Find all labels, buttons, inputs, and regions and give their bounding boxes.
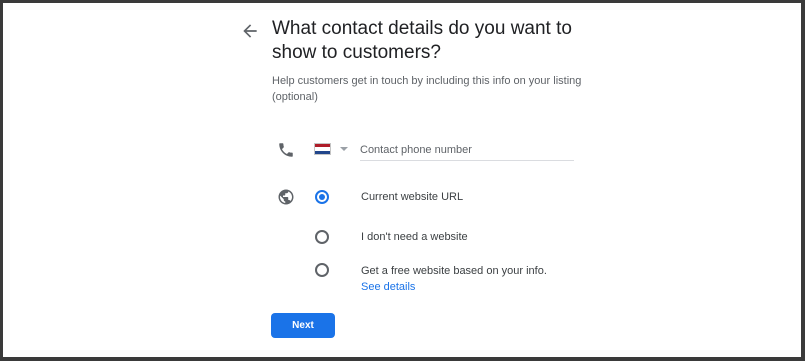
next-button[interactable]: Next [271, 313, 335, 338]
globe-icon [278, 189, 294, 205]
option-label-free-website: Get a free website based on your info. [361, 265, 547, 277]
phone-icon [279, 143, 293, 157]
page-subtitle: Help customers get in touch by including… [272, 75, 582, 103]
chevron-down-icon[interactable] [340, 147, 348, 151]
see-details-link[interactable]: See details [361, 280, 415, 294]
arrow-back-icon[interactable] [240, 21, 260, 41]
contact-phone-input[interactable] [360, 140, 574, 161]
radio-no-website[interactable] [315, 230, 329, 244]
option-label-no-website: I don't need a website [361, 231, 468, 243]
radio-free-website[interactable] [315, 263, 329, 277]
option-label-current-website-url: Current website URL [361, 191, 464, 203]
country-flag-selector[interactable] [314, 143, 331, 155]
flag-stripe-blue [315, 150, 330, 154]
radio-current-website-url[interactable] [315, 190, 329, 204]
page-title: What contact details do you want to show… [272, 18, 572, 63]
